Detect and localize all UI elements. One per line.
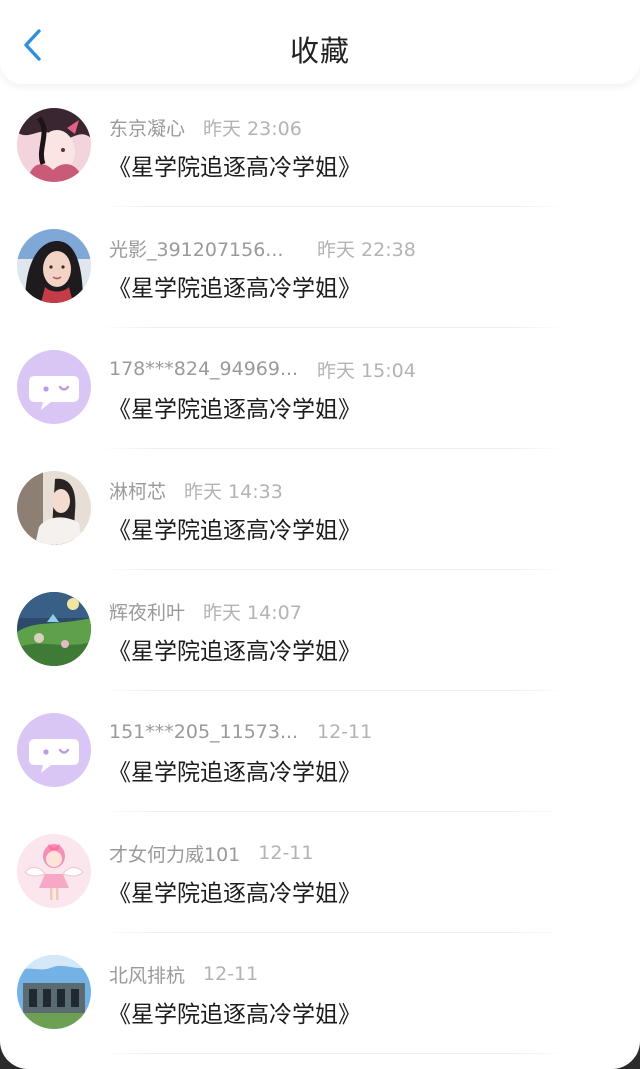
list-item[interactable]: 辉夜利叶 昨天 14:07 《星学院追逐高冷学姐》 — [0, 570, 640, 691]
timestamp: 12-11 — [317, 721, 373, 743]
book-title[interactable]: 《星学院追逐高冷学姐》 — [108, 753, 361, 787]
default-chat-bubble-avatar[interactable] — [17, 713, 91, 787]
landscape-avatar[interactable] — [17, 592, 91, 666]
default-chat-bubble-avatar[interactable] — [17, 350, 91, 424]
list-item[interactable]: 才女何力威101 12-11 《星学院追逐高冷学姐》 — [0, 812, 640, 933]
book-title[interactable]: 《星学院追逐高冷学姐》 — [108, 390, 361, 424]
list-item[interactable]: 151***205_11573... 12-11 《星学院追逐高冷学姐》 — [0, 691, 640, 812]
timestamp: 昨天 14:07 — [203, 601, 302, 624]
item-meta: 光影_391207156... 昨天 22:38 — [109, 235, 416, 261]
list-item[interactable]: 178***824_94969... 昨天 15:04 《星学院追逐高冷学姐》 — [0, 328, 640, 449]
user-name[interactable]: 淋柯芯 — [109, 477, 166, 504]
favorites-screen: 收藏 东京凝心 昨天 23:06 《星学院追逐高冷学姐》 光影_39120715… — [0, 0, 640, 1069]
list-item[interactable]: 光影_391207156... 昨天 22:38 《星学院追逐高冷学姐》 — [0, 207, 640, 328]
favorites-list: 东京凝心 昨天 23:06 《星学院追逐高冷学姐》 光影_391207156..… — [0, 86, 640, 1054]
book-title[interactable]: 《星学院追逐高冷学姐》 — [108, 995, 361, 1029]
book-title[interactable]: 《星学院追逐高冷学姐》 — [108, 632, 361, 666]
book-title[interactable]: 《星学院追逐高冷学姐》 — [108, 269, 361, 303]
item-meta: 东京凝心 昨天 23:06 — [109, 114, 302, 140]
timestamp: 12-11 — [203, 963, 259, 985]
top-bar: 收藏 — [0, 0, 640, 84]
item-meta: 淋柯芯 昨天 14:33 — [109, 477, 283, 503]
user-name[interactable]: 辉夜利叶 — [109, 598, 185, 625]
user-name[interactable]: 东京凝心 — [109, 114, 185, 141]
list-item[interactable]: 北风排杭 12-11 《星学院追逐高冷学姐》 — [0, 933, 640, 1054]
anime-girl-avatar[interactable] — [17, 108, 91, 182]
timestamp: 昨天 23:06 — [203, 117, 302, 140]
timestamp: 昨天 15:04 — [317, 359, 416, 382]
photo-avatar[interactable] — [17, 471, 91, 545]
user-name[interactable]: 151***205_11573... — [109, 721, 299, 743]
photo-avatar[interactable] — [17, 229, 91, 303]
book-title[interactable]: 《星学院追逐高冷学姐》 — [108, 148, 361, 182]
building-avatar[interactable] — [17, 955, 91, 1029]
divider — [100, 1053, 565, 1054]
timestamp: 昨天 22:38 — [317, 238, 416, 261]
timestamp: 12-11 — [258, 842, 314, 864]
list-item[interactable]: 淋柯芯 昨天 14:33 《星学院追逐高冷学姐》 — [0, 449, 640, 570]
user-name[interactable]: 光影_391207156... — [109, 235, 299, 262]
user-name[interactable]: 178***824_94969... — [109, 358, 299, 380]
item-meta: 178***824_94969... 昨天 15:04 — [109, 356, 416, 382]
user-name[interactable]: 才女何力威101 — [109, 840, 240, 867]
item-meta: 辉夜利叶 昨天 14:07 — [109, 598, 302, 624]
timestamp: 昨天 14:33 — [184, 480, 283, 503]
item-meta: 北风排杭 12-11 — [109, 961, 258, 987]
angel-girl-avatar[interactable] — [17, 834, 91, 908]
book-title[interactable]: 《星学院追逐高冷学姐》 — [108, 511, 361, 545]
book-title[interactable]: 《星学院追逐高冷学姐》 — [108, 874, 361, 908]
user-name[interactable]: 北风排杭 — [109, 961, 185, 988]
page-title: 收藏 — [289, 34, 350, 68]
item-meta: 151***205_11573... 12-11 — [109, 719, 372, 745]
list-item[interactable]: 东京凝心 昨天 23:06 《星学院追逐高冷学姐》 — [0, 86, 640, 207]
item-meta: 才女何力威101 12-11 — [109, 840, 313, 866]
